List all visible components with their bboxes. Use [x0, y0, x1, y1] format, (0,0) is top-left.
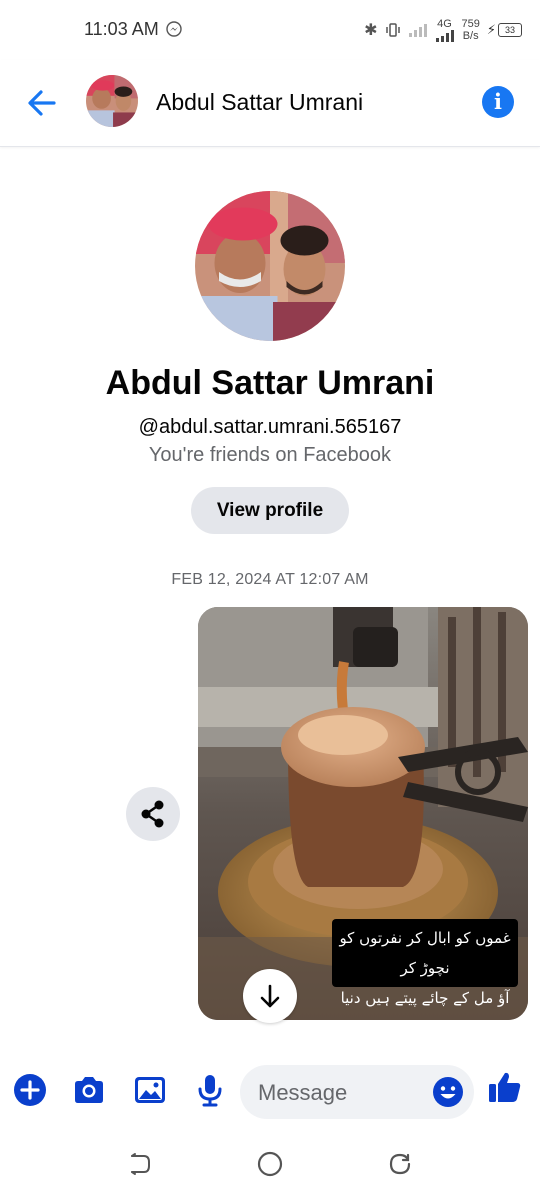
- network-speed: 759 B/s: [462, 18, 480, 42]
- profile-handle: @abdul.sattar.umrani.565167: [138, 416, 402, 438]
- chat-header: Abdul Sattar Umrani i: [0, 60, 540, 147]
- info-icon[interactable]: i: [482, 86, 514, 118]
- camera-icon[interactable]: [71, 1072, 107, 1108]
- plus-icon[interactable]: [12, 1072, 48, 1108]
- message-timestamp: FEB 12, 2024 AT 12:07 AM: [171, 571, 369, 588]
- status-time: 11:03 AM: [84, 19, 159, 39]
- message-placeholder: Message: [258, 1080, 348, 1105]
- arrow-left-icon[interactable]: [24, 86, 60, 120]
- urdu-caption: غموں کو ابال کر نفرتوں کو نچوڑ کر آؤ مل …: [332, 919, 518, 1020]
- messenger-notification-icon: [166, 21, 182, 37]
- shared-photo[interactable]: غموں کو ابال کر نفرتوں کو نچوڑ کر آؤ مل …: [198, 607, 528, 1020]
- scroll-down-button[interactable]: [243, 969, 297, 1023]
- caption-line-1: غموں کو ابال کر نفرتوں کو نچوڑ کر: [339, 929, 511, 977]
- vibrate-icon: [385, 23, 400, 37]
- avatar-photo: [86, 75, 138, 127]
- message-input[interactable]: Message: [240, 1065, 474, 1119]
- status-indicators: ✱ 4G 759 B/s ⚡ 33: [364, 16, 522, 44]
- battery-indicator: ⚡ 33: [487, 22, 522, 38]
- network-indicator: 4G: [435, 17, 455, 42]
- home-nav-icon[interactable]: [256, 1150, 284, 1178]
- speed-value: 759: [461, 18, 480, 30]
- arrow-down-icon: [260, 984, 280, 1008]
- status-bar: 11:03 AM ✱ 4G 759 B/s ⚡ 33: [0, 0, 540, 60]
- share-button[interactable]: [126, 787, 180, 841]
- view-profile-button[interactable]: View profile: [191, 487, 349, 534]
- network-type: 4G: [437, 17, 452, 30]
- share-icon: [141, 800, 164, 828]
- system-nav-bar: [0, 1138, 540, 1190]
- recents-nav-icon[interactable]: [386, 1150, 414, 1178]
- gallery-icon[interactable]: [132, 1072, 168, 1108]
- thumbs-up-icon[interactable]: [486, 1068, 524, 1106]
- speed-unit: B/s: [462, 30, 479, 42]
- message-composer: Message: [0, 1060, 540, 1120]
- emoji-icon[interactable]: [432, 1076, 464, 1108]
- profile-name: Abdul Sattar Umrani: [105, 364, 435, 402]
- profile-photo: [195, 191, 345, 341]
- back-nav-icon[interactable]: [126, 1150, 154, 1178]
- contact-name[interactable]: Abdul Sattar Umrani: [156, 89, 363, 116]
- friends-status: You're friends on Facebook: [148, 444, 392, 466]
- battery-level: 33: [498, 23, 522, 37]
- bluetooth-icon: ✱: [364, 22, 378, 39]
- signal-weak-icon: [408, 24, 427, 37]
- microphone-icon[interactable]: [192, 1072, 228, 1108]
- profile-avatar[interactable]: [195, 191, 345, 341]
- contact-avatar[interactable]: [86, 75, 138, 127]
- caption-line-2: آؤ مل کے چائے پیتے ہیں دنیا کو چھوڑ کر: [340, 989, 510, 1020]
- charging-icon: ⚡: [486, 22, 496, 37]
- signal-icon: [435, 29, 454, 42]
